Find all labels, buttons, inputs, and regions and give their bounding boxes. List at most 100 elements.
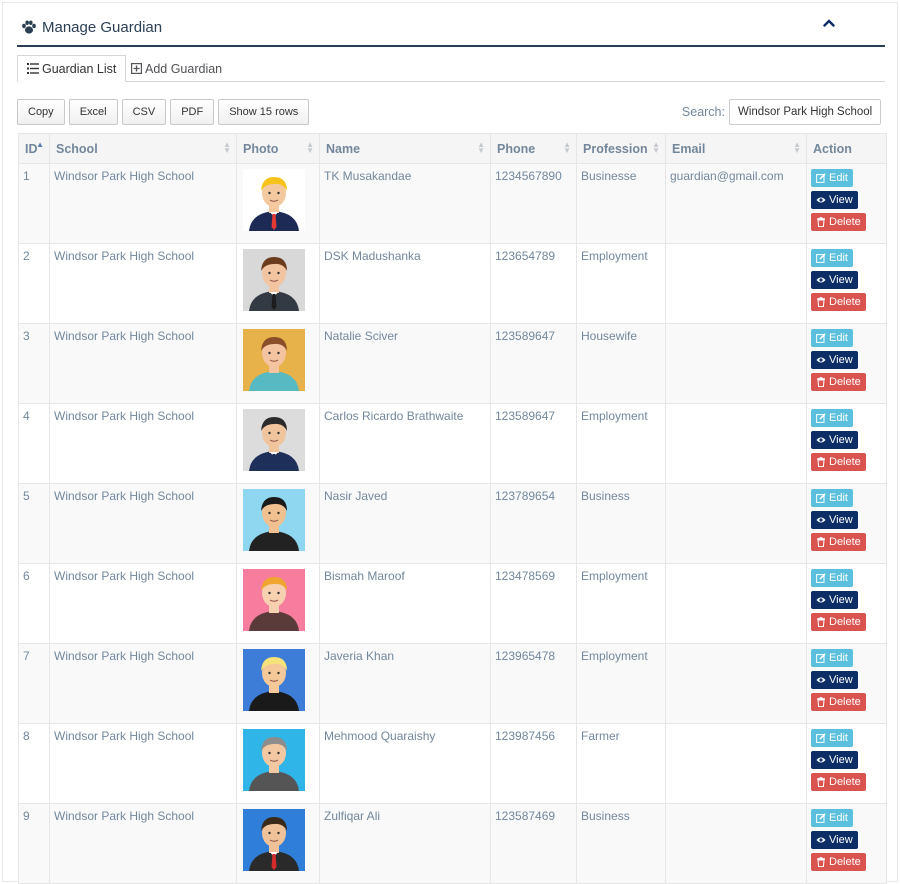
cell-phone: 123789654 [490,483,577,564]
column-header-name[interactable]: Name ▲ ▼ [319,133,491,164]
cell-photo [236,483,320,564]
column-header-photo[interactable]: Photo ▲ ▼ [236,133,320,164]
cell-profession: Employment [576,403,666,484]
column-header-email[interactable]: Email ▲ ▼ [665,133,807,164]
cell-id: 8 [18,723,50,804]
cell-photo [236,163,320,244]
cell-action: Edit View Delete [806,723,887,804]
edit-button[interactable]: Edit [811,729,853,747]
column-header-phone[interactable]: Phone ▲ ▼ [490,133,577,164]
delete-button[interactable]: Delete [811,213,866,231]
cell-school: Windsor Park High School [49,243,237,324]
column-header-school[interactable]: School ▲ ▼ [49,133,237,164]
cell-phone: 123478569 [490,563,577,644]
sort-icon: ▲ ▼ [223,140,231,155]
table-row: 8 Windsor Park High School Mehmood Quara… [18,723,887,804]
trash-icon [817,217,825,227]
trash-icon [817,697,825,707]
guardian-photo [243,409,305,471]
view-button[interactable]: View [811,351,858,369]
csv-button[interactable]: CSV [121,99,167,125]
cell-photo [236,563,320,644]
view-button[interactable]: View [811,191,858,209]
edit-icon [816,333,826,343]
tab-guardian-list[interactable]: Guardian List [17,55,127,82]
cell-email [665,243,807,324]
delete-button[interactable]: Delete [811,773,866,791]
table-row: 6 Windsor Park High School Bismah Maroof… [18,563,887,644]
sort-icon: ▲ ▼ [793,140,801,155]
eye-icon [816,357,826,363]
cell-photo [236,723,320,804]
cell-school: Windsor Park High School [49,403,237,484]
guardian-photo [243,489,305,551]
cell-school: Windsor Park High School [49,643,237,724]
show-rows-button[interactable]: Show 15 rows [218,99,310,125]
guardian-photo [243,569,305,631]
delete-button[interactable]: Delete [811,533,866,551]
tab-bar: Guardian List Add Guardian [17,55,885,82]
cell-action: Edit View Delete [806,243,887,324]
edit-icon [816,253,826,263]
view-button[interactable]: View [811,831,858,849]
delete-button[interactable]: Delete [811,853,866,871]
edit-button[interactable]: Edit [811,649,853,667]
cell-phone: 123589647 [490,323,577,404]
sort-icon: ▲ ▼ [306,140,314,155]
view-button[interactable]: View [811,751,858,769]
tab-add-guardian[interactable]: Add Guardian [122,55,231,82]
row-actions: Edit View Delete [811,569,882,631]
view-button[interactable]: View [811,671,858,689]
table-row: 3 Windsor Park High School Natalie Scive… [18,323,887,404]
sort-icon: ▲ ▼ [477,140,485,155]
collapse-chevron-up-icon[interactable] [823,17,835,31]
edit-button[interactable]: Edit [811,169,853,187]
delete-button[interactable]: Delete [811,693,866,711]
cell-email [665,723,807,804]
cell-id: 4 [18,403,50,484]
cell-photo [236,643,320,724]
cell-profession: Business [576,803,666,884]
view-button[interactable]: View [811,431,858,449]
guardian-table: ID ▲ School ▲ ▼ Photo ▲ ▼ Name ▲ ▼ Phone ▲ ▼ Prof… [18,133,887,884]
column-header-id[interactable]: ID ▲ [18,133,50,164]
search-input[interactable] [729,99,881,125]
edit-icon [816,813,826,823]
column-header-profession[interactable]: Profession ▲ ▼ [576,133,666,164]
copy-button[interactable]: Copy [17,99,65,125]
edit-button[interactable]: Edit [811,329,853,347]
cell-action: Edit View Delete [806,323,887,404]
cell-email [665,403,807,484]
row-actions: Edit View Delete [811,329,882,391]
trash-icon [817,457,825,467]
view-button[interactable]: View [811,591,858,609]
delete-button[interactable]: Delete [811,293,866,311]
cell-name: Zulfiqar Ali [319,803,491,884]
cell-name: Carlos Ricardo Brathwaite [319,403,491,484]
row-actions: Edit View Delete [811,169,882,231]
row-actions: Edit View Delete [811,409,882,471]
delete-button[interactable]: Delete [811,613,866,631]
edit-button[interactable]: Edit [811,489,853,507]
guardian-photo [243,649,305,711]
cell-school: Windsor Park High School [49,323,237,404]
edit-button[interactable]: Edit [811,569,853,587]
cell-action: Edit View Delete [806,403,887,484]
cell-school: Windsor Park High School [49,563,237,644]
cell-profession: Employment [576,243,666,324]
table-row: 1 Windsor Park High School TK Musakandae… [18,163,887,244]
delete-button[interactable]: Delete [811,373,866,391]
cell-school: Windsor Park High School [49,483,237,564]
cell-action: Edit View Delete [806,483,887,564]
eye-icon [816,837,826,843]
pdf-button[interactable]: PDF [170,99,215,125]
delete-button[interactable]: Delete [811,453,866,471]
excel-button[interactable]: Excel [68,99,118,125]
edit-icon [816,173,826,183]
cell-email [665,643,807,724]
edit-button[interactable]: Edit [811,409,853,427]
edit-button[interactable]: Edit [811,809,853,827]
edit-button[interactable]: Edit [811,249,853,267]
view-button[interactable]: View [811,271,858,289]
view-button[interactable]: View [811,511,858,529]
